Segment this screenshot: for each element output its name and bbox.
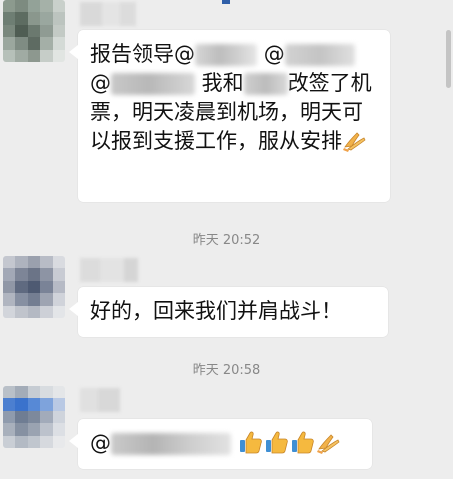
message-timestamp: 昨天 20:58 [192, 363, 261, 378]
message-text: 我和 [195, 71, 244, 95]
scrollbar[interactable] [446, 30, 451, 88]
message-text: 好的，回来我们并肩战斗！ [90, 299, 342, 323]
message-bubble[interactable]: 报告领导@ @ @ 我和 改签了机票，明天凌晨到机场，明天可以报到支援工作，服从安… [69, 30, 390, 202]
thumbs-up-icon [239, 431, 262, 454]
avatar[interactable] [3, 386, 65, 448]
mention-at-symbol: @ [90, 431, 111, 455]
redacted-mention [195, 44, 257, 66]
top-edge-marker [222, 0, 230, 4]
mention-at-symbol: @ [174, 42, 195, 66]
thumbs-up-icon [291, 431, 314, 454]
avatar[interactable] [3, 256, 65, 318]
thumbs-up-icon [265, 431, 288, 454]
message-text: 报告领导 [90, 42, 174, 66]
sender-name-redacted [80, 258, 138, 282]
hands-together-icon [343, 132, 366, 152]
message-bubble[interactable]: @ [69, 419, 372, 469]
mention-at-symbol: @ [263, 42, 285, 66]
redacted-mention [111, 73, 195, 95]
redacted-name [243, 73, 288, 95]
sender-name-redacted [80, 388, 120, 412]
hands-together-icon [316, 434, 340, 454]
redacted-mention [111, 433, 231, 455]
mention-at-symbol: @ [90, 71, 111, 95]
redacted-mention [284, 44, 355, 66]
message-bubble[interactable]: 好的，回来我们并肩战斗！ [69, 287, 388, 337]
message-timestamp: 昨天 20:52 [192, 233, 261, 248]
sender-name-redacted [80, 2, 136, 26]
avatar[interactable] [3, 0, 65, 62]
